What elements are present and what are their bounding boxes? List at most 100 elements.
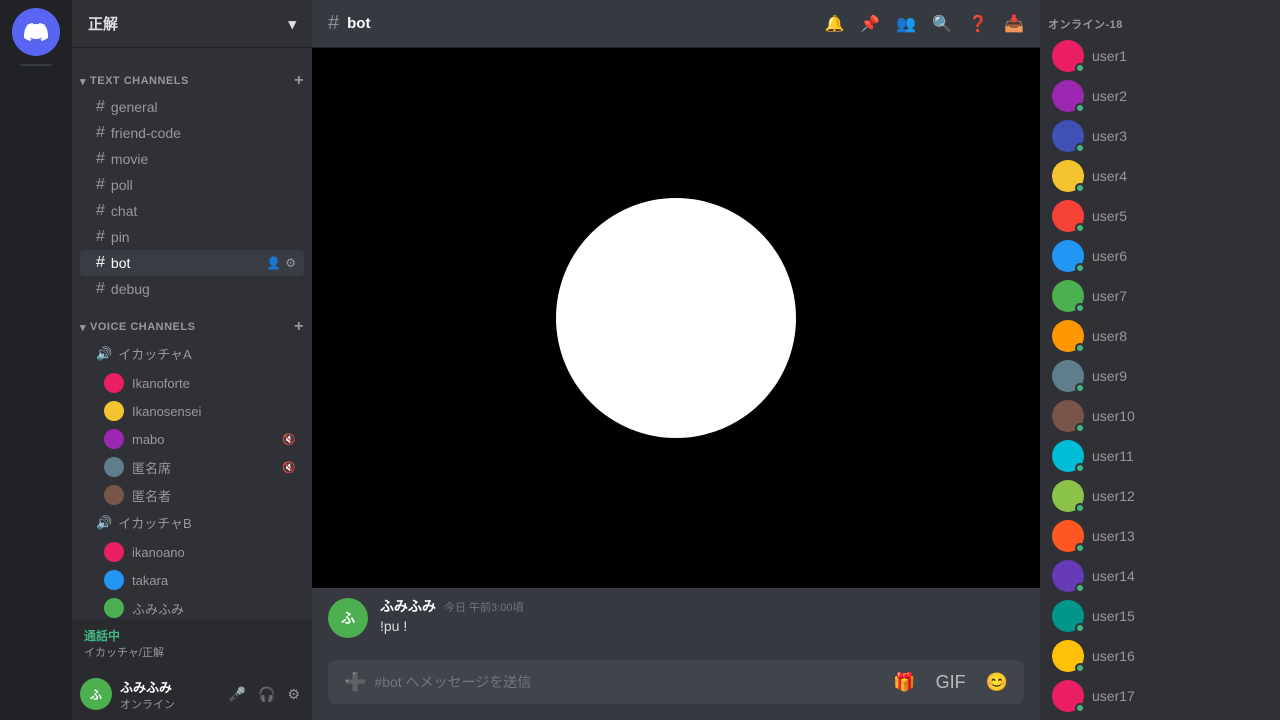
voice-user[interactable]: Ikanosensei — [96, 397, 304, 425]
member-item[interactable]: user9 — [1044, 356, 1276, 396]
voice-user[interactable]: 匿名席 🔇 — [96, 453, 304, 481]
member-item[interactable]: user10 — [1044, 396, 1276, 436]
member-name: user4 — [1092, 168, 1127, 184]
voice-status-bar: 通話中 イカッチャ/正解 — [72, 619, 312, 668]
category-arrow-icon: ▾ — [80, 75, 86, 88]
headset-icon[interactable]: 🎧 — [254, 682, 279, 707]
member-item[interactable]: user8 — [1044, 316, 1276, 356]
member-name: user16 — [1092, 648, 1135, 664]
add-voice-channel-icon[interactable]: + — [294, 318, 304, 336]
message-group: ふ ふみふみ 今日 午前3:00頃 !pu ! — [312, 588, 1040, 646]
avatar — [1052, 160, 1084, 192]
voice-user[interactable]: 匿名者 — [96, 481, 304, 509]
mute-icon: 🔇 — [282, 433, 296, 446]
emoji-icon[interactable]: 😊 — [978, 664, 1016, 701]
settings-gear-icon[interactable]: ⚙ — [283, 682, 304, 707]
member-item[interactable]: user11 — [1044, 436, 1276, 476]
search-icon[interactable]: 🔍 — [932, 14, 952, 34]
gift-icon[interactable]: 🎁 — [885, 664, 923, 701]
server-icon[interactable] — [12, 8, 60, 56]
voice-channels-category[interactable]: ▾ VOICE CHANNELS + — [72, 302, 312, 340]
microphone-icon[interactable]: 🎤 — [225, 682, 250, 707]
avatar — [1052, 640, 1084, 672]
member-item[interactable]: user4 — [1044, 156, 1276, 196]
avatar — [1052, 560, 1084, 592]
bell-icon[interactable]: 🔔 — [824, 14, 844, 34]
voice-user[interactable]: ikanoano — [96, 538, 304, 566]
white-circle — [556, 198, 796, 438]
avatar — [1052, 80, 1084, 112]
member-name: user13 — [1092, 528, 1135, 544]
server-name-bar[interactable]: 正解 ▾ — [72, 0, 312, 48]
avatar — [1052, 200, 1084, 232]
member-item[interactable]: user15 — [1044, 596, 1276, 636]
online-indicator — [1075, 503, 1085, 513]
avatar — [1052, 400, 1084, 432]
voice-group-b[interactable]: 🔊 イカッチャB — [80, 509, 304, 536]
member-item[interactable]: user13 — [1044, 516, 1276, 556]
member-item[interactable]: user5 — [1044, 196, 1276, 236]
member-name: user3 — [1092, 128, 1127, 144]
online-indicator — [1075, 63, 1085, 73]
text-channels-category[interactable]: ▾ TEXT CHANNELS + — [72, 56, 312, 94]
user-info: ふみふみ オンライン — [120, 677, 217, 712]
channel-bot[interactable]: # bot 👤 ⚙ — [80, 250, 304, 276]
voice-user[interactable]: ふみふみ — [96, 594, 304, 619]
voice-user[interactable]: Ikanoforte — [96, 369, 304, 397]
online-indicator — [1075, 663, 1085, 673]
channel-header: # bot 🔔 📌 👥 🔍 ❓ 📥 — [312, 0, 1040, 48]
channel-name: movie — [111, 151, 148, 167]
member-item[interactable]: user18 — [1044, 716, 1276, 720]
channel-chat[interactable]: # chat — [80, 198, 304, 224]
member-item[interactable]: user7 — [1044, 276, 1276, 316]
member-item[interactable]: user12 — [1044, 476, 1276, 516]
question-icon[interactable]: ❓ — [968, 14, 988, 34]
gif-icon[interactable]: GIF — [928, 664, 974, 701]
pin-icon[interactable]: 📌 — [860, 14, 880, 34]
member-item[interactable]: user2 — [1044, 76, 1276, 116]
voice-users-b: ikanoano takara ふみふみ 卒論0文字 構論0億文字 — [72, 536, 312, 619]
avatar — [1052, 680, 1084, 712]
channel-name: general — [111, 99, 158, 115]
voice-user[interactable]: mabo 🔇 — [96, 425, 304, 453]
avatar — [1052, 520, 1084, 552]
online-section-header: オンライン-18 — [1040, 0, 1280, 36]
member-item[interactable]: user16 — [1044, 636, 1276, 676]
online-indicator — [1075, 223, 1085, 233]
member-item[interactable]: user6 — [1044, 236, 1276, 276]
avatar — [1052, 40, 1084, 72]
member-name: user5 — [1092, 208, 1127, 224]
channel-friend-code[interactable]: # friend-code — [80, 120, 304, 146]
add-channel-icon[interactable]: + — [294, 72, 304, 90]
messages-area[interactable]: ふ ふみふみ 今日 午前3:00頃 !pu ! — [312, 48, 1040, 660]
voice-user[interactable]: takara — [96, 566, 304, 594]
member-item[interactable]: user14 — [1044, 556, 1276, 596]
message-header: ふみふみ 今日 午前3:00頃 — [380, 596, 523, 616]
voice-icon: 🔊 — [96, 515, 112, 531]
inbox-icon[interactable]: 📥 — [1004, 14, 1024, 34]
channel-name: pin — [111, 229, 130, 245]
channel-pin[interactable]: # pin — [80, 224, 304, 250]
channel-section: ▾ TEXT CHANNELS + # general # friend-cod… — [72, 48, 312, 619]
member-item[interactable]: user17 — [1044, 676, 1276, 716]
settings-icon[interactable]: ⚙ — [285, 256, 296, 270]
member-item[interactable]: user3 — [1044, 116, 1276, 156]
channel-poll[interactable]: # poll — [80, 172, 304, 198]
voice-group-a[interactable]: 🔊 イカッチャA — [80, 340, 304, 367]
add-member-icon[interactable]: 👤 — [266, 256, 281, 270]
channel-action-icons: 👤 ⚙ — [266, 256, 296, 270]
channel-general[interactable]: # general — [80, 94, 304, 120]
avatar — [1052, 320, 1084, 352]
attach-icon[interactable]: ➕ — [336, 664, 374, 701]
channel-hash-icon: # — [328, 12, 339, 35]
members-icon[interactable]: 👥 — [896, 14, 916, 34]
member-item[interactable]: user1 — [1044, 36, 1276, 76]
member-name: user2 — [1092, 88, 1127, 104]
online-indicator — [1075, 423, 1085, 433]
channel-debug[interactable]: # debug — [80, 276, 304, 302]
user-status: オンライン — [120, 696, 217, 712]
message-input[interactable] — [374, 674, 885, 690]
channel-name: chat — [111, 203, 137, 219]
channel-movie[interactable]: # movie — [80, 146, 304, 172]
voice-username: ikanoano — [132, 545, 185, 560]
